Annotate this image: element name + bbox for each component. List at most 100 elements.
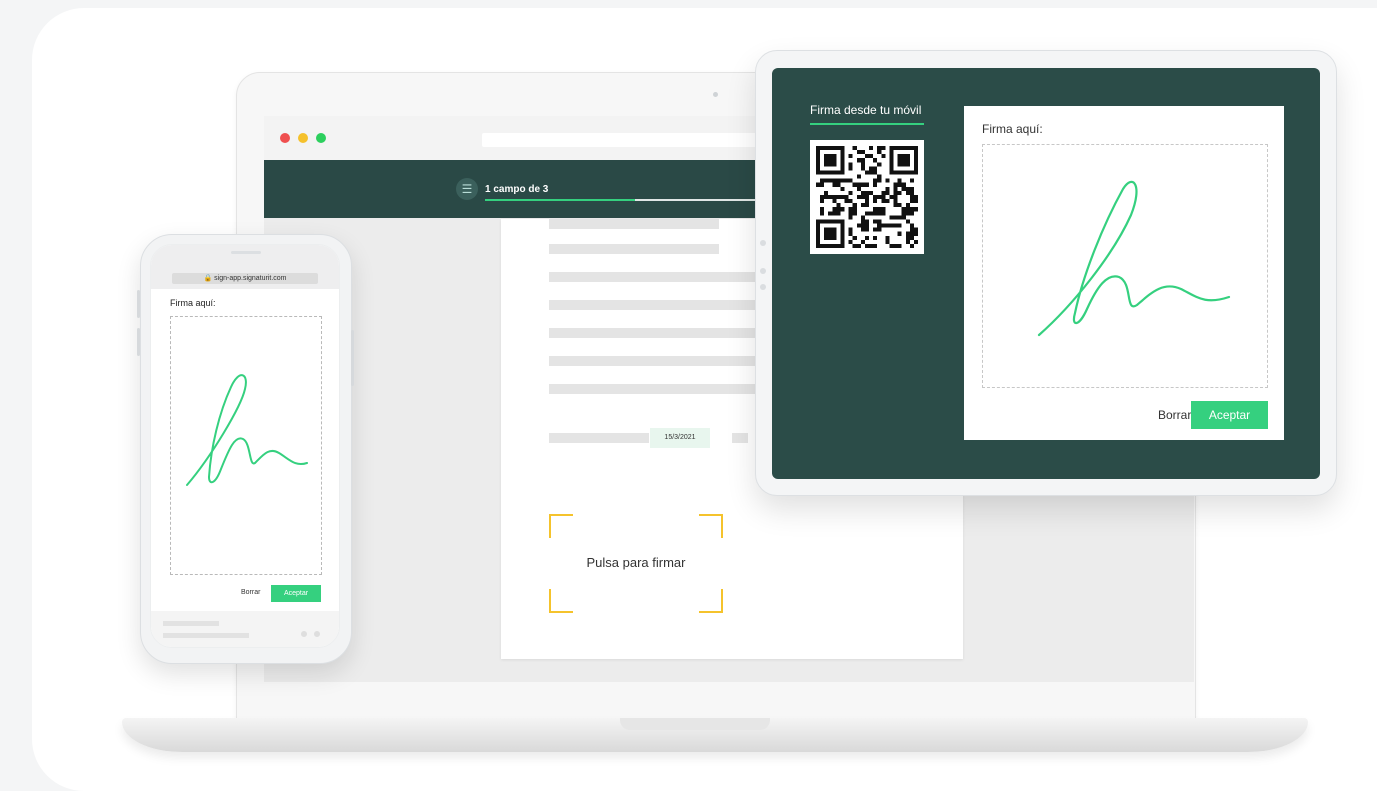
qr-module [836,178,841,183]
qr-module [860,166,865,171]
footer-dot [301,631,307,637]
footer-placeholder-line [163,633,249,638]
qr-module [864,170,870,175]
qr-module [885,178,890,183]
qr-module [909,231,914,236]
date-field[interactable]: 15/3/2021 [650,428,710,448]
qr-module [828,194,833,200]
qr-module [905,190,910,195]
qr-module [820,194,825,200]
qr-module [905,207,910,212]
qr-module [901,215,906,220]
qr-module [909,243,914,248]
phone-browser-bar: 🔒 sign-app.signaturit.com [151,245,339,289]
qr-module [901,186,906,191]
qr-module [860,194,865,200]
qr-module [816,182,821,187]
qr-module [905,239,910,244]
phone-side-button [137,290,140,318]
qr-module [901,207,906,212]
qr-module [848,162,853,167]
qr-module [893,215,898,220]
text-placeholder-line [549,244,719,254]
qr-module [848,207,853,212]
qr-module [832,182,837,187]
qr-module [909,227,914,232]
qr-module [881,211,886,216]
qr-module [852,207,857,212]
qr-module [897,190,902,195]
qr-module [873,166,878,171]
sign-from-mobile-title: Firma desde tu móvil [810,103,922,117]
qr-module [852,211,857,216]
phone-signature-pad[interactable] [170,316,322,575]
field-progress-label: 1 campo de 3 [485,184,549,195]
window-maximize-dot[interactable] [316,133,326,143]
qr-module [905,219,910,224]
phone-speaker [231,251,261,254]
qr-module [893,223,898,228]
tablet-screen: Firma desde tu móvil Firma aquí: Borrar … [772,68,1320,479]
window-close-dot[interactable] [280,133,290,143]
qr-module [905,231,910,236]
qr-module [885,235,890,240]
tablet-accept-button[interactable]: Aceptar [1191,401,1268,429]
qr-module [877,227,882,232]
window-minimize-dot[interactable] [298,133,308,143]
phone-side-button [137,328,140,356]
qr-module [893,194,898,200]
qr-module [913,194,918,200]
qr-module [885,223,890,228]
qr-module [848,211,853,216]
qr-module [885,186,890,191]
qr-module [873,243,878,248]
qr-module [873,211,878,216]
tablet-sign-label: Firma aquí: [982,122,1043,136]
sign-here-button[interactable]: Pulsa para firmar [549,555,723,570]
phone-url-bar[interactable]: 🔒 sign-app.signaturit.com [172,273,318,284]
qr-module [860,219,865,224]
qr-module [913,227,918,232]
qr-module [873,194,878,200]
qr-module [877,219,882,224]
tablet-clear-button[interactable]: Borrar [1158,408,1191,422]
qr-module [824,227,837,240]
phone-clear-button[interactable]: Borrar [241,589,260,596]
qr-module [860,223,865,228]
qr-module [864,194,870,200]
qr-module [877,162,882,167]
qr-module [869,211,874,216]
qr-module [824,178,829,183]
qr-module [905,203,910,208]
qr-module [881,190,886,195]
qr-module [824,194,829,200]
qr-module [897,231,902,236]
qr-module [852,146,857,151]
signature-frame-corner [699,589,723,613]
qr-module [909,211,914,216]
qr-module [856,223,861,228]
qr-module [856,243,861,248]
phone-accept-button[interactable]: Aceptar [271,585,321,602]
qr-module [869,166,874,171]
qr-module [897,243,902,248]
qr-module [848,190,853,195]
qr-module [856,194,861,200]
qr-module [901,182,906,187]
qr-module [873,219,878,224]
qr-module [844,178,849,183]
qr-module [860,227,865,232]
tablet-sensor [760,284,766,290]
qr-module [844,194,849,200]
qr-module [889,194,894,200]
qr-module [848,227,853,232]
qr-module [864,190,870,195]
qr-module [840,207,845,212]
qr-module [828,211,833,216]
qr-module [889,243,894,248]
qr-module [877,146,882,151]
phone-footer [151,611,339,647]
qr-module [852,235,857,240]
menu-icon[interactable]: ☰ [456,178,478,200]
tablet-signature-pad[interactable] [982,144,1268,388]
